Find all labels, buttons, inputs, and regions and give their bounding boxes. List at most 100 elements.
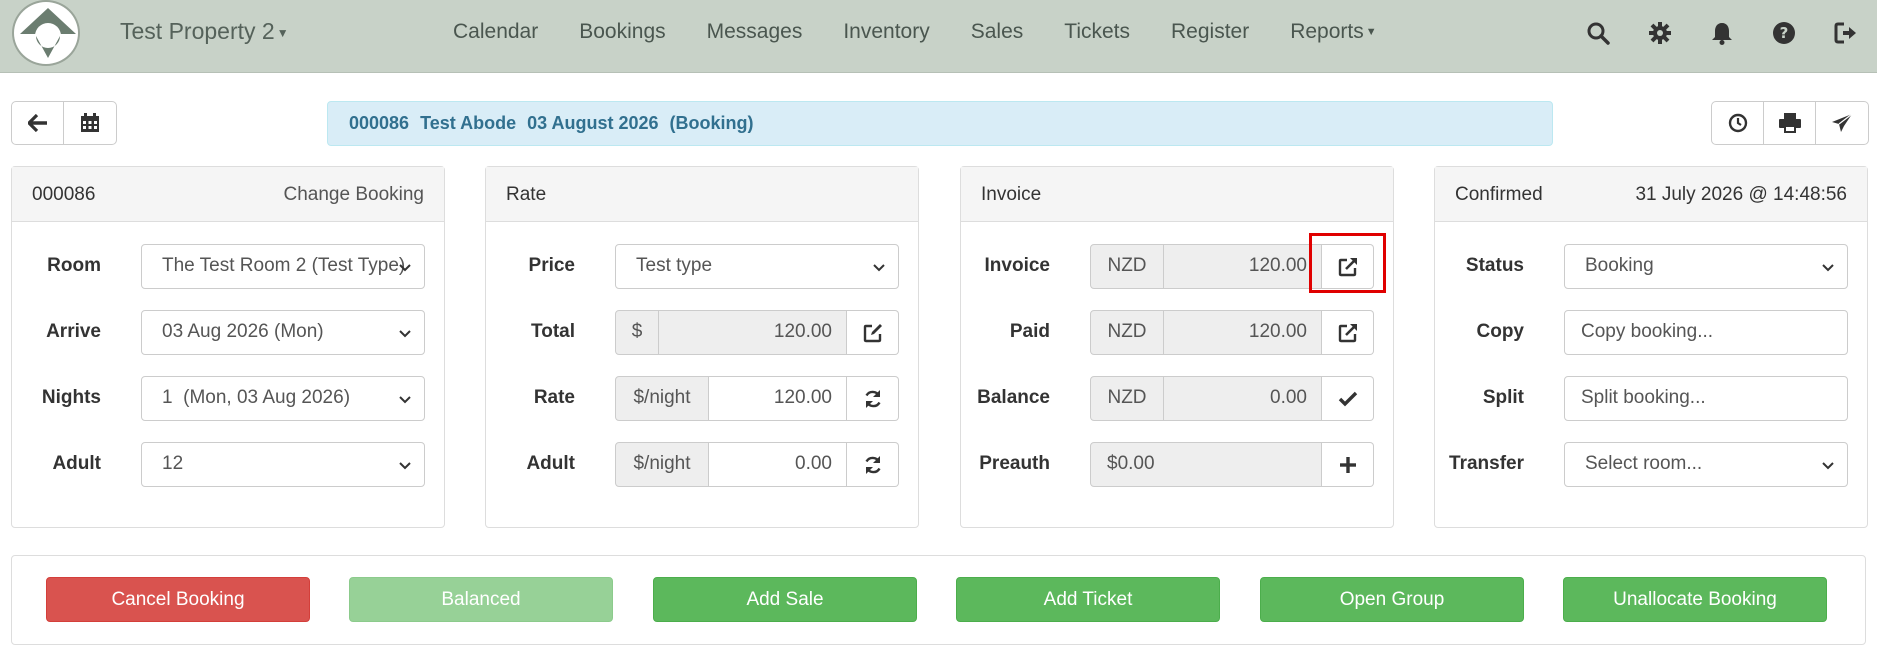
transfer-row: Transfer Select room... (1435, 442, 1867, 487)
bell-icon[interactable] (1691, 16, 1753, 50)
balanced-button[interactable]: Balanced (349, 577, 613, 622)
transfer-label: Transfer (1449, 453, 1524, 474)
main-nav: Calendar Bookings Messages Inventory Sal… (453, 20, 1418, 44)
split-label: Split (1482, 387, 1524, 408)
open-invoice-button[interactable] (1322, 244, 1374, 289)
rate-unit-addon: $/night (615, 376, 709, 421)
gear-icon[interactable] (1629, 16, 1691, 50)
price-label: Price (528, 255, 575, 276)
booking-type: (Booking) (669, 113, 754, 133)
booking-title-bar: 000086 Test Abode 03 August 2026 (Bookin… (327, 101, 1553, 146)
price-select[interactable]: Test type (615, 244, 899, 289)
room-select[interactable]: The Test Room 2 (Test Type) (141, 244, 425, 289)
open-payments-button[interactable] (1322, 310, 1374, 355)
back-button[interactable] (12, 102, 64, 144)
edit-total-button[interactable] (847, 310, 899, 355)
total-row: Total $ 120.00 (486, 310, 918, 355)
help-icon[interactable]: ? (1753, 16, 1815, 50)
total-label: Total (531, 321, 575, 342)
adult-select[interactable]: 12 (141, 442, 425, 487)
status-row: Status Booking (1435, 244, 1867, 289)
status-panel-heading: Confirmed 31 July 2026 @ 14:48:56 (1435, 167, 1867, 222)
arrive-select[interactable]: 03 Aug 2026 (Mon) (141, 310, 425, 355)
nav-register[interactable]: Register (1171, 20, 1249, 44)
invoice-row: Invoice NZD 120.00 (961, 244, 1393, 289)
send-button[interactable] (1816, 102, 1868, 144)
nav-icon-bar: ? (1567, 16, 1877, 50)
transfer-room-select[interactable]: Select room... (1564, 442, 1848, 487)
edit-icon (863, 323, 882, 342)
invoice-currency-addon: NZD (1090, 244, 1164, 289)
price-value: Test type (636, 255, 713, 276)
refresh-rate-button[interactable] (847, 376, 899, 421)
print-button[interactable] (1764, 102, 1816, 144)
invoice-field: 120.00 (1164, 244, 1322, 289)
booking-id: 000086 (349, 113, 410, 133)
copy-booking-input[interactable]: Copy booking... (1564, 310, 1848, 355)
nav-calendar[interactable]: Calendar (453, 20, 538, 44)
balance-ok-button[interactable] (1322, 376, 1374, 421)
nav-reports[interactable]: Reports ▼ (1290, 20, 1376, 44)
property-selector[interactable]: Test Property 2 ▼ (120, 18, 289, 45)
unallocate-booking-button[interactable]: Unallocate Booking (1563, 577, 1827, 622)
logout-icon[interactable] (1815, 16, 1877, 50)
copy-label: Copy (1476, 321, 1525, 342)
send-icon (1832, 113, 1853, 132)
clock-icon (1728, 113, 1747, 133)
property-logo[interactable] (12, 0, 80, 66)
split-booking-input[interactable]: Split booking... (1564, 376, 1848, 421)
nav-tickets[interactable]: Tickets (1064, 20, 1130, 44)
nights-select[interactable]: 1 (Mon, 03 Aug 2026) (141, 376, 425, 421)
booking-panel-heading: 000086 Change Booking (12, 167, 444, 222)
svg-text:?: ? (1780, 24, 1789, 42)
cancel-booking-button[interactable]: Cancel Booking (46, 577, 310, 622)
status-value: Booking (1585, 255, 1654, 276)
nav-bookings[interactable]: Bookings (579, 20, 665, 44)
adult-rate-input-group: $/night 0.00 (615, 442, 899, 487)
history-button[interactable] (1712, 102, 1764, 144)
adult-label: Adult (52, 453, 101, 474)
nights-value: 1 (Mon, 03 Aug 2026) (162, 387, 351, 408)
nav-messages[interactable]: Messages (707, 20, 803, 44)
nav-sales[interactable]: Sales (971, 20, 1024, 44)
confirmed-label: Confirmed (1455, 184, 1543, 205)
nights-row: Nights 1 (Mon, 03 Aug 2026) (12, 376, 444, 421)
total-currency-addon: $ (615, 310, 659, 355)
split-row: Split Split booking... (1435, 376, 1867, 421)
balance-field: 0.00 (1164, 376, 1322, 421)
open-group-button[interactable]: Open Group (1260, 577, 1524, 622)
change-booking-link[interactable]: Change Booking (284, 184, 425, 205)
status-select[interactable]: Booking (1564, 244, 1848, 289)
total-input-group: $ 120.00 (615, 310, 899, 355)
booking-date: 03 August 2026 (527, 113, 659, 133)
transfer-value: Select room... (1585, 453, 1703, 474)
add-sale-button[interactable]: Add Sale (653, 577, 917, 622)
copy-row: Copy Copy booking... (1435, 310, 1867, 355)
adult-rate-input[interactable]: 0.00 (709, 442, 847, 487)
print-icon (1778, 113, 1801, 133)
chevron-down-icon (873, 264, 885, 272)
room-value: The Test Room 2 (Test Type) (162, 255, 406, 276)
arrive-value: 03 Aug 2026 (Mon) (162, 321, 324, 342)
action-button-group (1711, 101, 1869, 145)
rate-label: Rate (533, 387, 575, 408)
total-field: 120.00 (659, 310, 847, 355)
add-ticket-button[interactable]: Add Ticket (956, 577, 1220, 622)
price-row: Price Test type (486, 244, 918, 289)
arrow-left-icon (27, 114, 47, 132)
nav-inventory[interactable]: Inventory (843, 20, 929, 44)
balance-label: Balance (977, 387, 1050, 408)
rate-input[interactable]: 120.00 (709, 376, 847, 421)
search-icon[interactable] (1567, 16, 1629, 50)
refresh-icon (864, 389, 881, 408)
refresh-adult-rate-button[interactable] (847, 442, 899, 487)
paid-currency-addon: NZD (1090, 310, 1164, 355)
balance-row: Balance NZD 0.00 (961, 376, 1393, 421)
add-preauth-button[interactable] (1322, 442, 1374, 487)
plus-icon (1339, 456, 1356, 473)
property-name: Test Property 2 (120, 18, 275, 44)
calendar-button[interactable] (64, 102, 116, 144)
chevron-down-icon (399, 462, 411, 470)
status-panel: Confirmed 31 July 2026 @ 14:48:56 Status… (1434, 166, 1868, 528)
invoice-heading: Invoice (981, 184, 1042, 205)
